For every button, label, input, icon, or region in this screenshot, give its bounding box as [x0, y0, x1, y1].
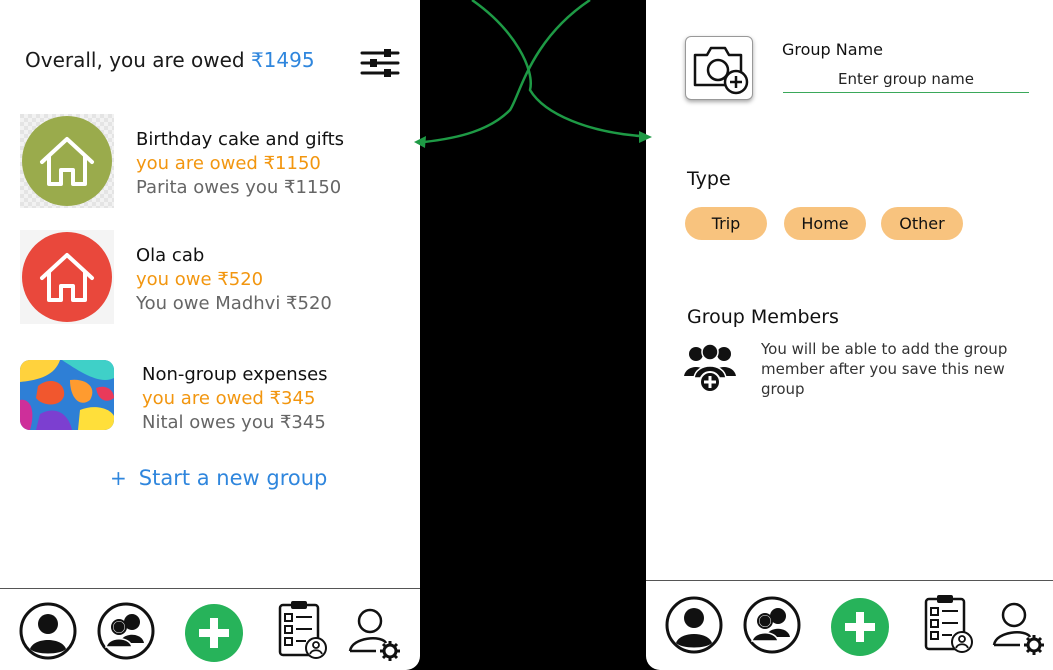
type-option-other[interactable]: Other: [881, 207, 963, 240]
group-balance-status: you are owed ₹345: [142, 388, 316, 409]
add-expense-icon[interactable]: [828, 595, 892, 659]
overall-balance-amount: ₹1495: [250, 48, 315, 72]
groups-screen: Overall, you are owed ₹1495 Birthday cak…: [0, 0, 420, 670]
group-item-birthday[interactable]: Birthday cake and gifts you are owed ₹11…: [0, 112, 420, 208]
house-icon: [20, 230, 114, 324]
create-group-screen: Group Name Type Trip Home Other Group Me…: [646, 0, 1053, 670]
start-new-group-button[interactable]: + Start a new group: [110, 466, 327, 490]
group-balance-status: you are owed ₹1150: [136, 153, 321, 174]
overall-balance: Overall, you are owed ₹1495: [25, 48, 315, 72]
group-item-ola-cab[interactable]: Ola cab you owe ₹520 You owe Madhvi ₹520: [0, 228, 420, 324]
group-item-non-group[interactable]: Non-group expenses you are owed ₹345 Nit…: [0, 350, 420, 446]
group-members-note: You will be able to add the group member…: [761, 340, 1008, 398]
flow-arrow-to-right: [471, 0, 641, 138]
group-name-label: Group Name: [782, 40, 883, 59]
type-label: Type: [687, 168, 731, 190]
group-name-input[interactable]: [783, 66, 1029, 93]
group-balance-detail: Nital owes you ₹345: [142, 412, 326, 433]
group-members-label: Group Members: [687, 306, 839, 328]
profile-icon[interactable]: [16, 599, 80, 663]
activity-checklist-icon[interactable]: [270, 599, 334, 663]
friends-icon[interactable]: [94, 599, 158, 663]
type-option-home[interactable]: Home: [784, 207, 866, 240]
overall-balance-label: Overall, you are owed: [25, 48, 251, 72]
bottom-navigation: [646, 580, 1053, 665]
filter-icon[interactable]: [360, 48, 400, 78]
start-new-group-label: Start a new group: [138, 466, 328, 490]
friends-icon[interactable]: [740, 593, 804, 657]
group-name: Non-group expenses: [142, 364, 328, 385]
add-members-icon: [684, 343, 736, 393]
group-photo-button[interactable]: [685, 36, 753, 100]
group-balance-detail: You owe Madhvi ₹520: [136, 293, 332, 314]
profile-icon[interactable]: [662, 593, 726, 657]
group-balance-status: you owe ₹520: [136, 269, 264, 290]
account-settings-icon[interactable]: [986, 593, 1050, 657]
account-settings-icon[interactable]: [342, 599, 406, 663]
add-expense-icon[interactable]: [182, 601, 246, 665]
activity-checklist-icon[interactable]: [916, 593, 980, 657]
flow-arrow-to-left: [423, 0, 591, 144]
colorful-camo-icon: [20, 360, 114, 430]
group-name: Birthday cake and gifts: [136, 129, 345, 150]
plus-icon: +: [110, 466, 127, 490]
group-name: Ola cab: [136, 245, 205, 266]
house-icon: [20, 114, 114, 208]
camera-add-icon: [693, 46, 749, 95]
type-option-trip[interactable]: Trip: [685, 207, 767, 240]
group-balance-detail: Parita owes you ₹1150: [136, 177, 342, 198]
bottom-navigation: [0, 588, 420, 670]
